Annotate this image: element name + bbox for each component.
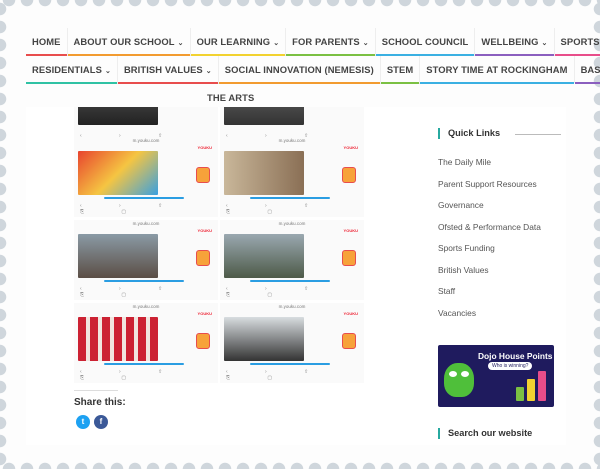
main-navigation: HOME ABOUT OUR SCHOOL ⌄ OUR LEARNING ⌄ FOR… [26,28,600,112]
dojo-house-points-banner[interactable]: Dojo House Points Who is winning? [438,345,554,407]
link-staff[interactable]: Staff [438,286,455,296]
app-badge-icon [196,333,210,349]
browser-controls: ‹ › ⇧ ⎘ ▢ [226,369,327,381]
share-label: Share this: [74,397,126,408]
dojo-title: Dojo House Points [478,351,553,361]
twitter-icon[interactable]: t [76,415,90,429]
nav-residentials[interactable]: RESIDENTIALS ⌄ [26,56,118,84]
chevron-down-icon: ⌄ [273,40,280,47]
chevron-down-icon: ⌄ [177,40,184,47]
youku-logo: YOUKU [197,145,212,150]
nav-basc[interactable]: BASC [574,56,600,84]
url-bar: m.youku.com [132,138,160,143]
dojo-monster-icon [444,363,474,397]
video-thumbnail [78,151,158,195]
browser-controls: ‹ › ⇧ ⎘ ▢ [80,369,181,381]
video-screenshot[interactable]: m.youku.com YOUKU ‹ › ⇧ ⎘ ▢ [220,303,364,383]
bar-icon [516,387,524,401]
nav-sports[interactable]: SPORTS [554,28,600,56]
facebook-icon[interactable]: f [94,415,108,429]
video-thumbnail [224,151,304,195]
nav-wellbeing[interactable]: WELLBEING ⌄ [475,28,555,56]
youku-logo: YOUKU [343,228,358,233]
browser-controls: ‹ › ⇧ ⎘ ▢ [80,286,181,298]
app-badge-icon [342,250,356,266]
nav-our-learning[interactable]: OUR LEARNING ⌄ [190,28,287,56]
url-bar: m.youku.com [132,304,160,309]
link-sports-funding[interactable]: Sports Funding [438,243,495,253]
browser-controls: ‹ › ⇧ ⎘ ▢ [226,286,327,298]
video-screenshot[interactable]: m.youku.com YOUKU ‹ › ⇧ ⎘ ▢ [220,220,364,300]
progress-bar [250,363,330,365]
video-thumbnail [224,317,304,361]
chevron-down-icon: ⌄ [205,68,212,75]
link-vacancies[interactable]: Vacancies [438,308,476,318]
video-thumbnail [224,107,304,125]
url-bar: m.youku.com [278,304,306,309]
quick-links-title: Quick Links [438,128,500,139]
nav-row-1: HOME ABOUT OUR SCHOOL ⌄ OUR LEARNING ⌄ FOR… [26,28,600,56]
video-thumbnail [78,234,158,278]
url-bar: m.youku.com [278,221,306,226]
youku-logo: YOUKU [343,311,358,316]
youku-logo: YOUKU [197,311,212,316]
video-screenshot[interactable]: m.youku.com YOUKU ‹ › ⇧ ⎘ ▢ [74,137,218,217]
share-divider [74,390,118,391]
youku-logo: YOUKU [343,145,358,150]
app-badge-icon [342,167,356,183]
nav-row-2: RESIDENTIALS ⌄ BRITISH VALUES ⌄ SOCIAL INN… [26,56,600,84]
nav-for-parents[interactable]: FOR PARENTS ⌄ [286,28,376,56]
youku-logo: YOUKU [197,228,212,233]
browser-controls: ‹ › ⇧ ⎘ ▢ [80,203,181,215]
app-badge-icon [342,333,356,349]
page-content: ‹ › ⇧ ⎘ ▢ ‹ › ⇧ ⎘ ▢ m.youku.com YOUKU ‹ … [26,107,566,445]
nav-social-innovation[interactable]: SOCIAL INNOVATION (NEMESIS) [218,56,381,84]
link-daily-mile[interactable]: The Daily Mile [438,157,491,167]
link-governance[interactable]: Governance [438,200,484,210]
url-bar: m.youku.com [278,138,306,143]
search-title: Search our website [438,428,532,439]
link-british-values[interactable]: British Values [438,265,489,275]
bar-icon [538,371,546,401]
video-screenshot[interactable]: m.youku.com YOUKU ‹ › ⇧ ⎘ ▢ [74,220,218,300]
video-thumbnail [78,317,158,361]
app-badge-icon [196,250,210,266]
nav-british-values[interactable]: BRITISH VALUES ⌄ [117,56,219,84]
title-rule [515,134,561,135]
video-thumbnail [78,107,158,125]
url-bar: m.youku.com [132,221,160,226]
video-screenshot[interactable]: m.youku.com YOUKU ‹ › ⇧ ⎘ ▢ [220,137,364,217]
nav-story-time[interactable]: STORY TIME AT ROCKINGHAM [420,56,575,84]
progress-bar [250,197,330,199]
progress-bar [250,280,330,282]
video-thumbnail [224,234,304,278]
link-ofsted[interactable]: Ofsted & Performance Data [438,222,541,232]
nav-stem[interactable]: STEM [380,56,421,84]
chevron-down-icon: ⌄ [104,68,111,75]
nav-school-council[interactable]: SCHOOL COUNCIL [375,28,476,56]
link-parent-support[interactable]: Parent Support Resources [438,179,537,189]
dojo-subtitle: Who is winning? [488,362,533,370]
video-screenshot[interactable]: m.youku.com YOUKU ‹ › ⇧ ⎘ ▢ [74,303,218,383]
progress-bar [104,363,184,365]
nav-home[interactable]: HOME [26,28,68,56]
nav-about-our-school[interactable]: ABOUT OUR SCHOOL ⌄ [67,28,191,56]
app-badge-icon [196,167,210,183]
bar-icon [527,379,535,401]
chevron-down-icon: ⌄ [362,40,369,47]
chevron-down-icon: ⌄ [541,40,548,47]
progress-bar [104,280,184,282]
browser-controls: ‹ › ⇧ ⎘ ▢ [226,203,327,215]
progress-bar [104,197,184,199]
